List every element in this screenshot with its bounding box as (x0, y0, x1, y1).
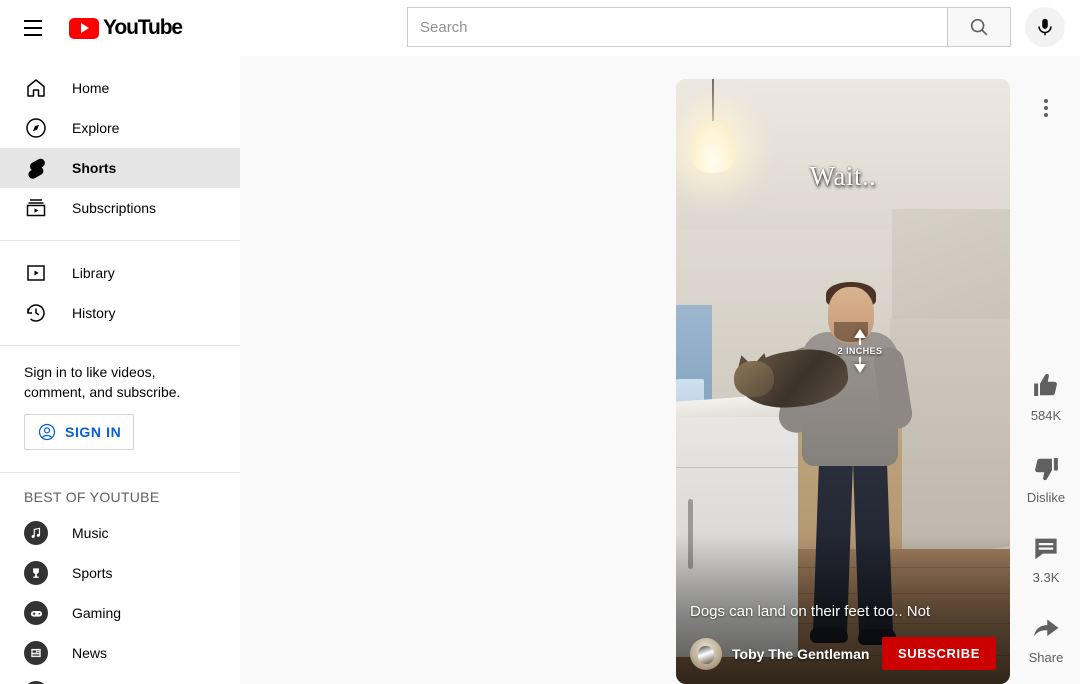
subscribe-button[interactable]: SUBSCRIBE (882, 637, 996, 670)
library-icon (24, 261, 48, 285)
channel-name[interactable]: Toby The Gentleman (732, 646, 869, 662)
sidebar-primary-group: Home Explore Shorts Subscriptions (0, 56, 240, 240)
channel-avatar[interactable] (690, 637, 722, 670)
sidebar-item-news[interactable]: News (0, 633, 240, 673)
like-button[interactable]: 584K (1012, 370, 1080, 423)
sidebar-item-shorts[interactable]: Shorts (0, 148, 240, 188)
sidebar-item-label: Gaming (72, 605, 122, 621)
youtube-wordmark: YouTube (103, 16, 183, 39)
arrow-down-icon (854, 364, 866, 373)
search-icon (970, 18, 988, 36)
sign-in-block: Sign in to like videos, comment, and sub… (0, 346, 240, 458)
best-of-youtube-title: BEST OF YOUTUBE (24, 489, 160, 505)
dislike-label: Dislike (1026, 490, 1066, 505)
sidebar-item-label: Sports (72, 565, 113, 581)
sidebar-item-gaming[interactable]: Gaming (0, 593, 240, 633)
home-icon (24, 76, 48, 100)
more-vertical-icon[interactable] (1034, 96, 1058, 120)
sidebar-item-label: Subscriptions (72, 200, 157, 216)
share-button[interactable]: Share (1012, 612, 1080, 665)
share-arrow-icon (1030, 612, 1062, 644)
measurement-label: 2 INCHES (837, 346, 883, 356)
video-title: Dogs can land on their feet too.. Not (690, 603, 931, 620)
music-note-icon (24, 521, 48, 545)
search-button[interactable] (947, 7, 1011, 47)
sidebar-item-label: Music (72, 525, 109, 541)
sidebar: Home Explore Shorts Subscriptions Librar… (0, 56, 240, 684)
comment-icon (1030, 532, 1062, 564)
newspaper-icon (24, 641, 48, 665)
sign-in-prompt: Sign in to like videos, comment, and sub… (24, 364, 181, 400)
thumbs-up-icon (1030, 370, 1062, 402)
account-circle-icon (37, 422, 57, 442)
sidebar-item-home[interactable]: Home (0, 68, 240, 108)
hamburger-line (24, 20, 42, 22)
hamburger-line (24, 34, 42, 36)
youtube-logo[interactable]: YouTube (69, 16, 183, 40)
arrow-up-icon (854, 329, 866, 338)
history-icon (24, 301, 48, 325)
youtube-play-badge-icon (69, 17, 99, 39)
gamepad-icon (24, 601, 48, 625)
sidebar-item-label: News (72, 645, 108, 661)
trophy-icon (24, 561, 48, 585)
video-overlay-caption: Wait.. (809, 161, 877, 191)
dislike-button[interactable]: Dislike (1012, 452, 1080, 505)
sidebar-item-library[interactable]: Library (0, 253, 240, 293)
channel-row: Toby The Gentleman SUBSCRIBE (690, 637, 996, 670)
shorts-stage: Wait.. 2 INCHES Dogs can land on their f… (240, 56, 1080, 684)
hamburger-menu-icon[interactable] (13, 8, 53, 48)
comment-count: 3.3K (1032, 570, 1060, 585)
sidebar-item-explore[interactable]: Explore (0, 108, 240, 148)
measurement-annotation: 2 INCHES (828, 329, 892, 373)
search-input[interactable] (420, 8, 947, 46)
sidebar-item-label: History (72, 305, 116, 321)
sidebar-item-label: Explore (72, 120, 120, 136)
best-of-youtube-group: Music Sports Gaming News (0, 513, 240, 684)
share-label: Share (1028, 650, 1064, 665)
sidebar-secondary-group: Library History (0, 241, 240, 345)
microphone-icon (1038, 18, 1052, 36)
shorts-action-rail: 584K Dislike 3.3K Share (1012, 56, 1080, 684)
sidebar-item-label: Library (72, 265, 115, 281)
search-area (407, 7, 1065, 47)
thumbs-down-icon (1030, 452, 1062, 484)
sidebar-item-label: Shorts (72, 160, 117, 176)
sidebar-item-history[interactable]: History (0, 293, 240, 333)
sidebar-item-sports[interactable]: Sports (0, 553, 240, 593)
shorts-video-player[interactable]: Wait.. 2 INCHES Dogs can land on their f… (676, 79, 1010, 684)
comments-button[interactable]: 3.3K (1012, 532, 1080, 585)
sidebar-item-live[interactable]: Live (0, 673, 240, 684)
voice-search-button[interactable] (1025, 7, 1065, 47)
shorts-icon (24, 156, 48, 180)
subscriptions-icon (24, 196, 48, 220)
like-count: 584K (1030, 408, 1062, 423)
sidebar-item-subscriptions[interactable]: Subscriptions (0, 188, 240, 228)
hamburger-line (24, 27, 42, 29)
compass-icon (24, 116, 48, 140)
sign-in-button[interactable]: SIGN IN (24, 414, 135, 450)
sidebar-item-label: Home (72, 80, 110, 96)
sign-in-label: SIGN IN (65, 424, 122, 440)
search-box[interactable] (407, 7, 947, 47)
sidebar-item-music[interactable]: Music (0, 513, 240, 553)
top-bar: YouTube (0, 0, 1080, 56)
